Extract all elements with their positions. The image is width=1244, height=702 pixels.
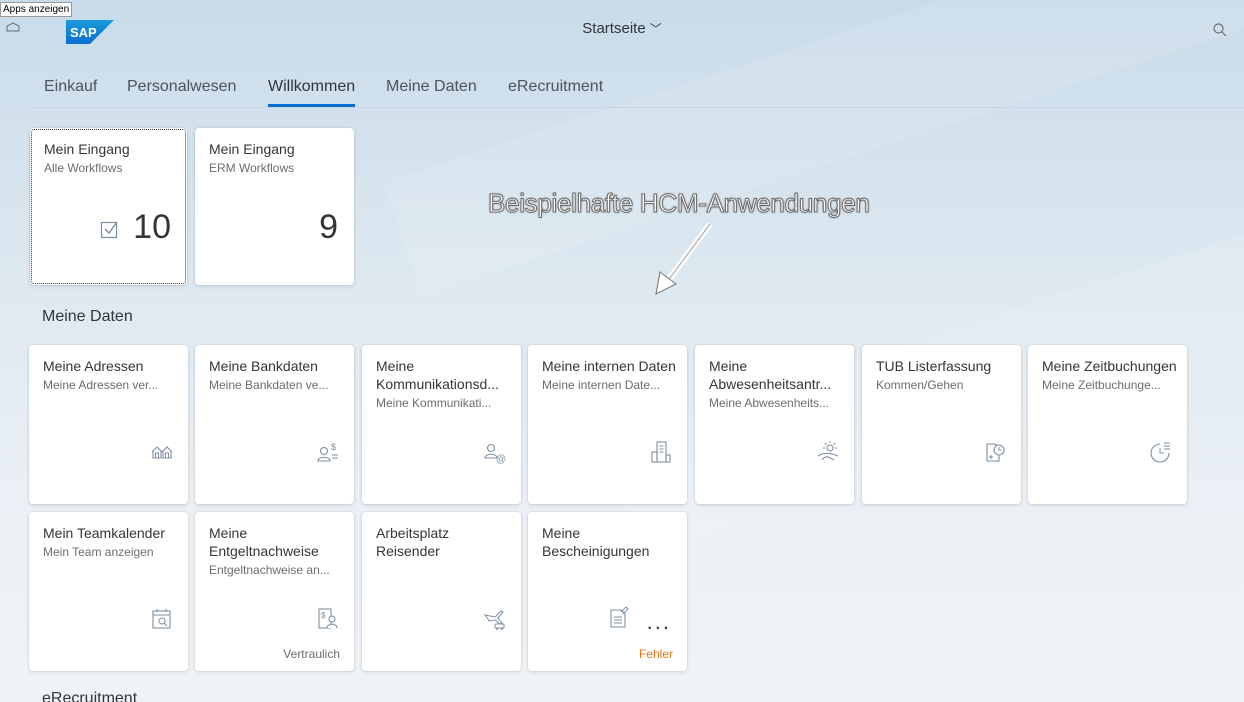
svg-text:$: $: [331, 442, 336, 452]
tile-title-text: Meine Abwesenheitsantr...: [709, 358, 832, 392]
tile-kpi-number: 10: [133, 208, 171, 246]
tile-title: Mein Teamkalender Mein Team anzeigen: [43, 524, 178, 560]
annotation-text: Beispielhafte HCM-Anwendungen: [488, 188, 871, 219]
tile-subtitle: Meine Zeitbuchunge...: [1042, 378, 1161, 392]
tile-title-text: Meine Zeitbuchungen: [1042, 358, 1177, 374]
tile-subtitle: Meine Kommunikati...: [376, 396, 492, 410]
tile-title: Meine Kommunikationsd... Meine Kommunika…: [376, 357, 511, 411]
vacation-icon: [817, 441, 839, 461]
bank-person-icon: $: [317, 442, 338, 462]
tab-meine-daten[interactable]: Meine Daten: [386, 78, 477, 96]
calendar-search-icon: [152, 609, 171, 629]
tile-title-text: Meine Adressen: [43, 358, 144, 374]
tile-title-text: Meine internen Daten: [542, 358, 676, 374]
section-title-meine-daten: Meine Daten: [42, 308, 133, 325]
tile-title-text: Meine Bankdaten: [209, 358, 318, 374]
tile-title-text: Meine Entgeltnachweise: [209, 525, 319, 559]
tile-arbeitsplatz-reisender[interactable]: Arbeitsplatz Reisender: [362, 512, 521, 671]
time-entry-icon: [986, 443, 1005, 462]
shell-title-text: Startseite: [582, 20, 646, 37]
tile-kpi-number: 9: [319, 208, 338, 246]
checkbox-icon: [100, 221, 118, 239]
tile-meine-zeitbuchungen[interactable]: Meine Zeitbuchungen Meine Zeitbuchunge..…: [1028, 345, 1187, 504]
payslip-icon: $: [318, 608, 338, 629]
tile-subtitle: Meine Adressen ver...: [43, 378, 159, 392]
tile-subtitle: Meine Abwesenheits...: [709, 396, 830, 410]
shell-title[interactable]: Startseite ﹀: [0, 20, 1244, 37]
time-list-icon: [1150, 442, 1170, 463]
tile-subtitle: Alle Workflows: [44, 161, 123, 175]
tile-title: TUB Listerfassung Kommen/Gehen: [876, 357, 1011, 393]
tile-title-text: Arbeitsplatz Reisender: [376, 525, 450, 559]
tile-footer-error: Fehler: [638, 647, 673, 661]
tile-title-text: Mein Eingang: [209, 141, 295, 157]
apps-tooltip: Apps anzeigen: [0, 2, 73, 17]
tab-erecruitment[interactable]: eRecruitment: [508, 78, 603, 96]
tile-meine-kommunikationsdaten[interactable]: Meine Kommunikationsd... Meine Kommunika…: [362, 345, 521, 504]
tile-meine-bescheinigungen[interactable]: Meine Bescheinigungen ... Fehler: [528, 512, 687, 671]
tile-title-text: Meine Bescheinigungen: [542, 525, 650, 559]
tile-title-text: Meine Kommunikationsd...: [376, 358, 499, 392]
person-email-icon: @: [484, 443, 506, 464]
tile-title-text: Mein Eingang: [44, 141, 130, 157]
tab-personalwesen[interactable]: Personalwesen: [127, 78, 236, 96]
certificate-icon: [610, 606, 629, 628]
tile-title: Mein Eingang Alle Workflows: [44, 140, 177, 176]
tile-title: Arbeitsplatz Reisender: [376, 524, 511, 560]
tile-meine-adressen[interactable]: Meine Adressen Meine Adressen ver...: [29, 345, 188, 504]
tile-meine-internen-daten[interactable]: Meine internen Daten Meine internen Date…: [528, 345, 687, 504]
tile-footer-info: Vertraulich: [283, 647, 340, 661]
tile-meine-bankdaten[interactable]: Meine Bankdaten Meine Bankdaten ve... $: [195, 345, 354, 504]
tile-title-text: Mein Teamkalender: [43, 525, 165, 541]
tile-tub-listerfassung[interactable]: TUB Listerfassung Kommen/Gehen: [862, 345, 1021, 504]
svg-text:$: $: [321, 611, 326, 620]
annotation-arrow-icon: [655, 222, 713, 295]
tab-einkauf[interactable]: Einkauf: [44, 78, 97, 96]
tile-meine-abwesenheitsantraege[interactable]: Meine Abwesenheitsantr... Meine Abwesenh…: [695, 345, 854, 504]
tile-subtitle: Mein Team anzeigen: [43, 545, 154, 559]
tile-subtitle: Meine internen Date...: [542, 378, 661, 392]
tile-title: Meine Adressen Meine Adressen ver...: [43, 357, 178, 393]
chevron-down-icon: ﹀: [649, 22, 662, 36]
svg-text:@: @: [496, 454, 506, 464]
tab-willkommen[interactable]: Willkommen: [268, 78, 356, 107]
search-icon[interactable]: [1212, 22, 1228, 38]
tile-meine-entgeltnachweise[interactable]: Meine Entgeltnachweise Entgeltnachweise …: [195, 512, 354, 671]
travel-icon: [483, 610, 505, 630]
tile-title: Meine Entgeltnachweise Entgeltnachweise …: [209, 524, 344, 578]
tab-divider: [30, 107, 1244, 108]
tile-title: Meine Bankdaten Meine Bankdaten ve...: [209, 357, 344, 393]
tile-subtitle: Entgeltnachweise an...: [209, 563, 330, 577]
anchor-navigation-bar: Einkauf Personalwesen Willkommen Meine D…: [0, 68, 1244, 108]
tile-title: Meine internen Daten Meine internen Date…: [542, 357, 677, 393]
tile-title-text: TUB Listerfassung: [876, 358, 992, 374]
tile-mein-eingang-erm[interactable]: Mein Eingang ERM Workflows 9: [195, 128, 354, 285]
tile-subtitle: ERM Workflows: [209, 161, 295, 175]
addresses-icon: [151, 446, 173, 459]
section-title-erecruitment: eRecruitment: [42, 690, 138, 702]
tile-title: Meine Bescheinigungen: [542, 524, 677, 560]
loading-dots: ...: [646, 609, 671, 634]
tile-mein-eingang-alle[interactable]: Mein Eingang Alle Workflows 10: [30, 128, 187, 285]
tile-title: Meine Abwesenheitsantr... Meine Abwesenh…: [709, 357, 844, 411]
tile-subtitle: Meine Bankdaten ve...: [209, 378, 329, 392]
tile-subtitle: Kommen/Gehen: [876, 378, 964, 392]
building-icon: [651, 441, 671, 463]
tile-mein-teamkalender[interactable]: Mein Teamkalender Mein Team anzeigen: [29, 512, 188, 671]
tile-title: Mein Eingang ERM Workflows: [209, 140, 344, 176]
shell-bar: Apps anzeigen SAP Startseite ﹀: [0, 0, 1244, 52]
tile-title: Meine Zeitbuchungen Meine Zeitbuchunge..…: [1042, 357, 1177, 393]
